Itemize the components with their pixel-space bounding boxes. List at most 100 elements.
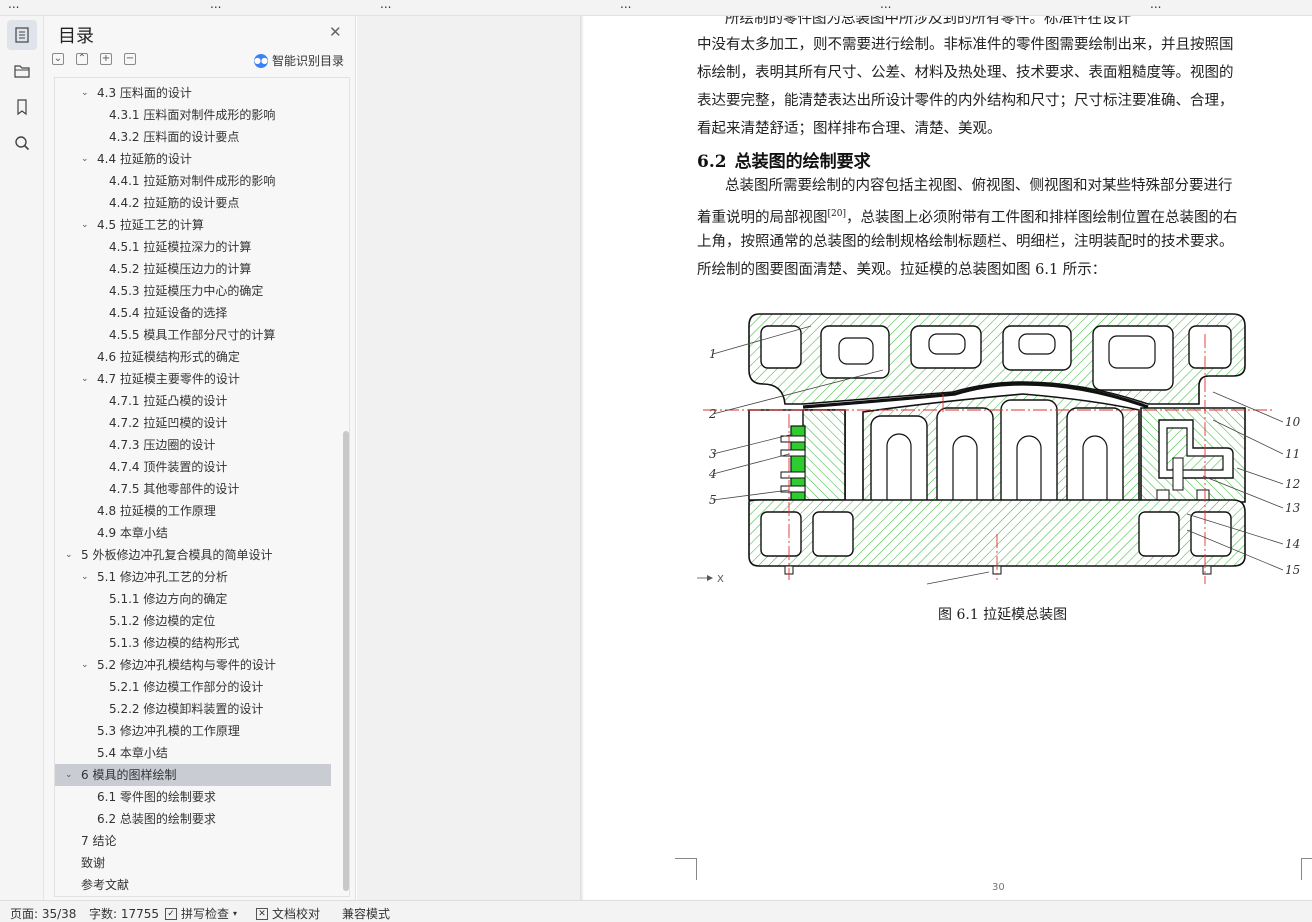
chevron-down-icon[interactable]: ⌄ [81,148,89,170]
toolbar-fragment[interactable]: ... [210,0,221,11]
body-text-segment: 着重说明的局部视图 [697,209,828,226]
toc-item-label: 5 外板修边冲孔复合模具的简单设计 [81,548,273,562]
body-text-segment: ，总装图上必须附带有工件图和排样图绘制位置在总装图的右 [845,209,1238,226]
toc-item[interactable]: 4.5.1 拉延模拉深力的计算 [55,236,331,258]
toc-item[interactable]: ⌄ 4.3 压料面的设计 [55,82,331,104]
upper-die [748,313,1246,405]
toc-item[interactable]: 4.8 拉延模的工作原理 [55,500,331,522]
chevron-down-icon[interactable]: ⌄ [81,82,89,104]
top-toolbar-strip: ... ... ... ... ... ... [0,0,1312,16]
body-text-line: 中没有太多加工，则不需要进行绘制。非标准件的零件图需要绘制出来，并且按照国 [697,37,1234,53]
toc-scrollbar[interactable] [343,431,349,891]
toc-item[interactable]: 4.7.2 拉延凹模的设计 [55,412,331,434]
toc-item-label: 5.1.1 修边方向的确定 [109,592,228,606]
spell-check-label: 拼写检查 [181,907,230,921]
citation-mark[interactable]: [20] [828,209,846,219]
smart-toc-button[interactable]: ●● 智能识别目录 [254,52,344,69]
toc-item-label: 4.5.5 模具工作部分尺寸的计算 [109,328,276,342]
toc-item[interactable]: 5.1.1 修边方向的确定 [55,588,331,610]
close-icon[interactable]: ✕ [329,24,342,40]
axis-marker: X [697,574,724,585]
spell-check-button[interactable]: ✓ 拼写检查 ▾ [165,905,237,922]
section-title: 总装图的绘制要求 [734,152,871,172]
body-text-line: 总装图所需要绘制的内容包括主视图、俯视图、侧视图和对某些特殊部分要进行 [725,178,1233,194]
toc-item[interactable]: 4.3.1 压料面对制件成形的影响 [55,104,331,126]
toc-item[interactable]: 参考文献 [55,874,331,896]
toc-item[interactable]: 6.2 总装图的绘制要求 [55,808,331,830]
toc-item[interactable]: ⌄ 5.2 修边冲孔模结构与零件的设计 [55,654,331,676]
toc-item[interactable]: 5.4 本章小结 [55,742,331,764]
toc-item[interactable]: ⌄ 5.1 修边冲孔工艺的分析 [55,566,331,588]
toc-item[interactable]: ⌄ 5 外板修边冲孔复合模具的简单设计 [55,544,331,566]
remove-level-icon[interactable]: − [124,53,136,65]
toc-item[interactable]: 4.3.2 压料面的设计要点 [55,126,331,148]
proofread-label: 文档校对 [272,907,321,921]
chevron-down-icon[interactable]: ⌄ [81,566,89,588]
toc-item[interactable]: 4.5.5 模具工作部分尺寸的计算 [55,324,331,346]
toc-item[interactable]: ⌄ 4.7 拉延模主要零件的设计 [55,368,331,390]
toolbar-fragment[interactable]: ... [1150,0,1161,11]
chevron-down-icon[interactable]: ⌄ [81,214,89,236]
toc-item[interactable]: 4.6 拉延模结构形式的确定 [55,346,331,368]
toc-item-label: 4.5.3 拉延模压力中心的确定 [109,284,264,298]
chevron-down-icon[interactable]: ⌄ [65,544,73,566]
toc-item[interactable]: 5.1.2 修边模的定位 [55,610,331,632]
toc-item[interactable]: 4.5.2 拉延模压边力的计算 [55,258,331,280]
chevron-down-icon[interactable]: ⌄ [81,368,89,390]
toc-item[interactable]: ⌄ 4.4 拉延筋的设计 [55,148,331,170]
toc-item[interactable]: 4.5.4 拉延设备的选择 [55,302,331,324]
toc-item[interactable]: 5.2.2 修边模卸料装置的设计 [55,698,331,720]
toc-item-label: 5.1.2 修边模的定位 [109,614,216,628]
toc-item[interactable]: 4.7.3 压边圈的设计 [55,434,331,456]
toc-item[interactable]: 4.4.1 拉延筋对制件成形的影响 [55,170,331,192]
toc-item[interactable]: 4.5.3 拉延模压力中心的确定 [55,280,331,302]
toc-item-label: 4.7 拉延模主要零件的设计 [97,372,240,386]
chevron-down-icon[interactable]: ⌄ [81,654,89,676]
word-count[interactable]: 字数: 17755 [89,905,159,922]
chapter-nav-button[interactable] [7,56,37,86]
add-level-icon[interactable]: + [100,53,112,65]
page-count[interactable]: 页面: 35/38 [10,905,76,922]
toc-item[interactable]: 5.2.1 修边模工作部分的设计 [55,676,331,698]
toc-panel-button[interactable] [7,20,37,50]
right-blankholder [1140,407,1246,503]
toc-item[interactable]: ⌄ 4.5 拉延工艺的计算 [55,214,331,236]
chevron-down-icon: ▾ [233,909,238,918]
toc-item[interactable]: 4.9 本章小结 [55,522,331,544]
toc-item[interactable]: 致谢 [55,852,331,874]
toc-item[interactable]: ⌄ 6 模具的图样绘制 [55,764,331,786]
toc-item[interactable]: 4.7.4 顶件装置的设计 [55,456,331,478]
proofread-button[interactable]: ✕ 文档校对 [256,905,320,922]
toc-item[interactable]: 5.1.3 修边模的结构形式 [55,632,331,654]
toolbar-fragment[interactable]: ... [8,0,19,11]
page-corner-mark [675,858,697,880]
figure-caption: 图 6.1 拉延模总装图 [938,607,1068,623]
toc-item-label: 7 结论 [81,834,117,848]
toolbar-fragment[interactable]: ... [620,0,631,11]
toc-panel: 目录 ✕ ⌄ ⌃ + − ●● 智能识别目录 ⌄ 4.3 压料面的设计 4.3.1 … [44,16,356,900]
toc-item[interactable]: 5.3 修边冲孔模的工作原理 [55,720,331,742]
toc-item-label: 5.3 修边冲孔模的工作原理 [97,724,240,738]
chevron-down-icon[interactable]: ⌄ [65,764,73,786]
search-button[interactable] [7,128,37,158]
collapse-all-icon[interactable]: ⌄ [52,53,64,65]
toc-item[interactable]: 4.7.5 其他零部件的设计 [55,478,331,500]
document-outline-icon [15,27,29,43]
toc-item-label: 4.6 拉延模结构形式的确定 [97,350,240,364]
drawing-die-assembly-figure: 1 2 3 4 5 10 11 12 13 14 15 X [697,313,1301,585]
ai-icon: ●● [254,53,268,68]
section-number: 6.2 [697,152,727,172]
smart-toc-label: 智能识别目录 [272,54,345,68]
toc-item[interactable]: 6.1 零件图的绘制要求 [55,786,331,808]
toc-item[interactable]: 4.7.1 拉延凸模的设计 [55,390,331,412]
bookmark-button[interactable] [7,92,37,122]
expand-up-icon[interactable]: ⌃ [76,53,88,65]
toc-item[interactable]: 4.4.2 拉延筋的设计要点 [55,192,331,214]
toc-item-label: 6.1 零件图的绘制要求 [97,790,216,804]
body-text-line: 着重说明的局部视图[20]，总装图上必须附带有工件图和排样图绘制位置在总装图的右 [697,204,1237,228]
toc-item[interactable]: 7 结论 [55,830,331,852]
toolbar-fragment[interactable]: ... [880,0,891,11]
section-heading: 6.2 总装图的绘制要求 [697,147,871,172]
left-blankholder [748,409,846,503]
toolbar-fragment[interactable]: ... [380,0,391,11]
